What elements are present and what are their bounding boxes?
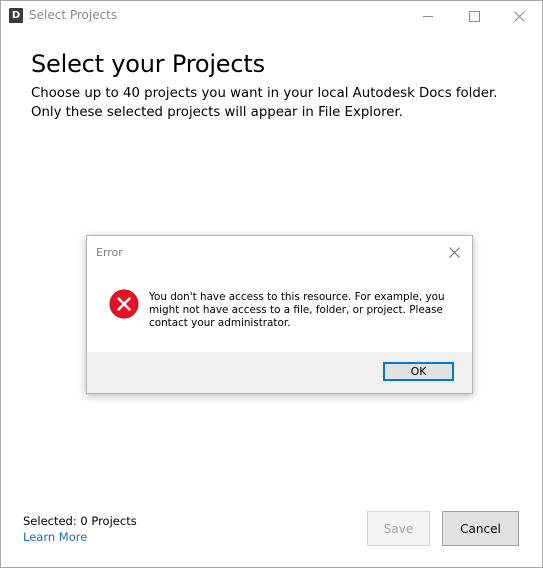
minimize-button[interactable] [405,1,451,31]
minimize-icon [423,15,433,17]
cancel-button[interactable]: Cancel [442,511,519,546]
close-icon [513,10,525,22]
maximize-button[interactable] [451,1,497,31]
description-line-2: Only these selected projects will appear… [31,105,403,120]
maximize-icon [468,10,480,22]
close-button[interactable] [496,1,542,31]
ok-button[interactable]: OK [383,362,454,381]
page-description: Choose up to 40 projects you want in you… [31,84,497,122]
dialog-message: You don't have access to this resource. … [149,291,445,329]
save-button[interactable]: Save [367,511,430,546]
description-line-1: Choose up to 40 projects you want in you… [31,86,498,101]
title-bar[interactable]: D Select Projects [1,1,542,31]
selected-count: Selected: 0 Projects [23,514,137,528]
dialog-button-bar: OK [87,352,472,393]
learn-more-link[interactable]: Learn More [23,530,87,544]
error-icon [109,289,139,319]
close-icon [448,246,460,258]
app-icon: D [9,8,23,23]
window-title: Select Projects [29,8,118,22]
page-title: Select your Projects [31,50,265,78]
dialog-title: Error [96,246,123,259]
error-dialog: Error You don't have access to this reso… [86,235,473,394]
dialog-close-button[interactable] [442,242,466,262]
